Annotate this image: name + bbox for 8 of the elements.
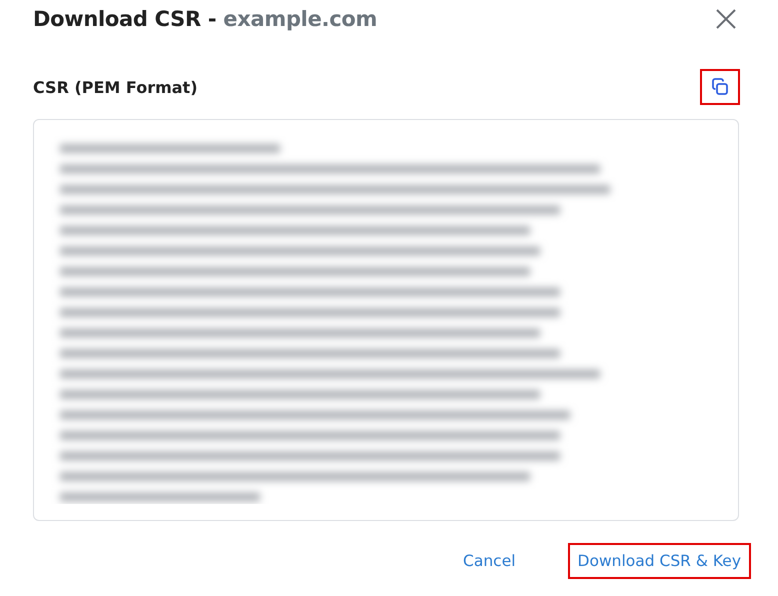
copy-icon <box>710 77 730 97</box>
field-label: CSR (PEM Format) <box>33 78 198 96</box>
close-button[interactable] <box>715 8 737 30</box>
dialog-title: Download CSR - example.com <box>33 7 378 31</box>
copy-button[interactable] <box>700 69 740 105</box>
download-button[interactable]: Download CSR & Key <box>568 543 751 579</box>
cancel-button[interactable]: Cancel <box>453 543 526 579</box>
close-icon <box>715 8 737 30</box>
